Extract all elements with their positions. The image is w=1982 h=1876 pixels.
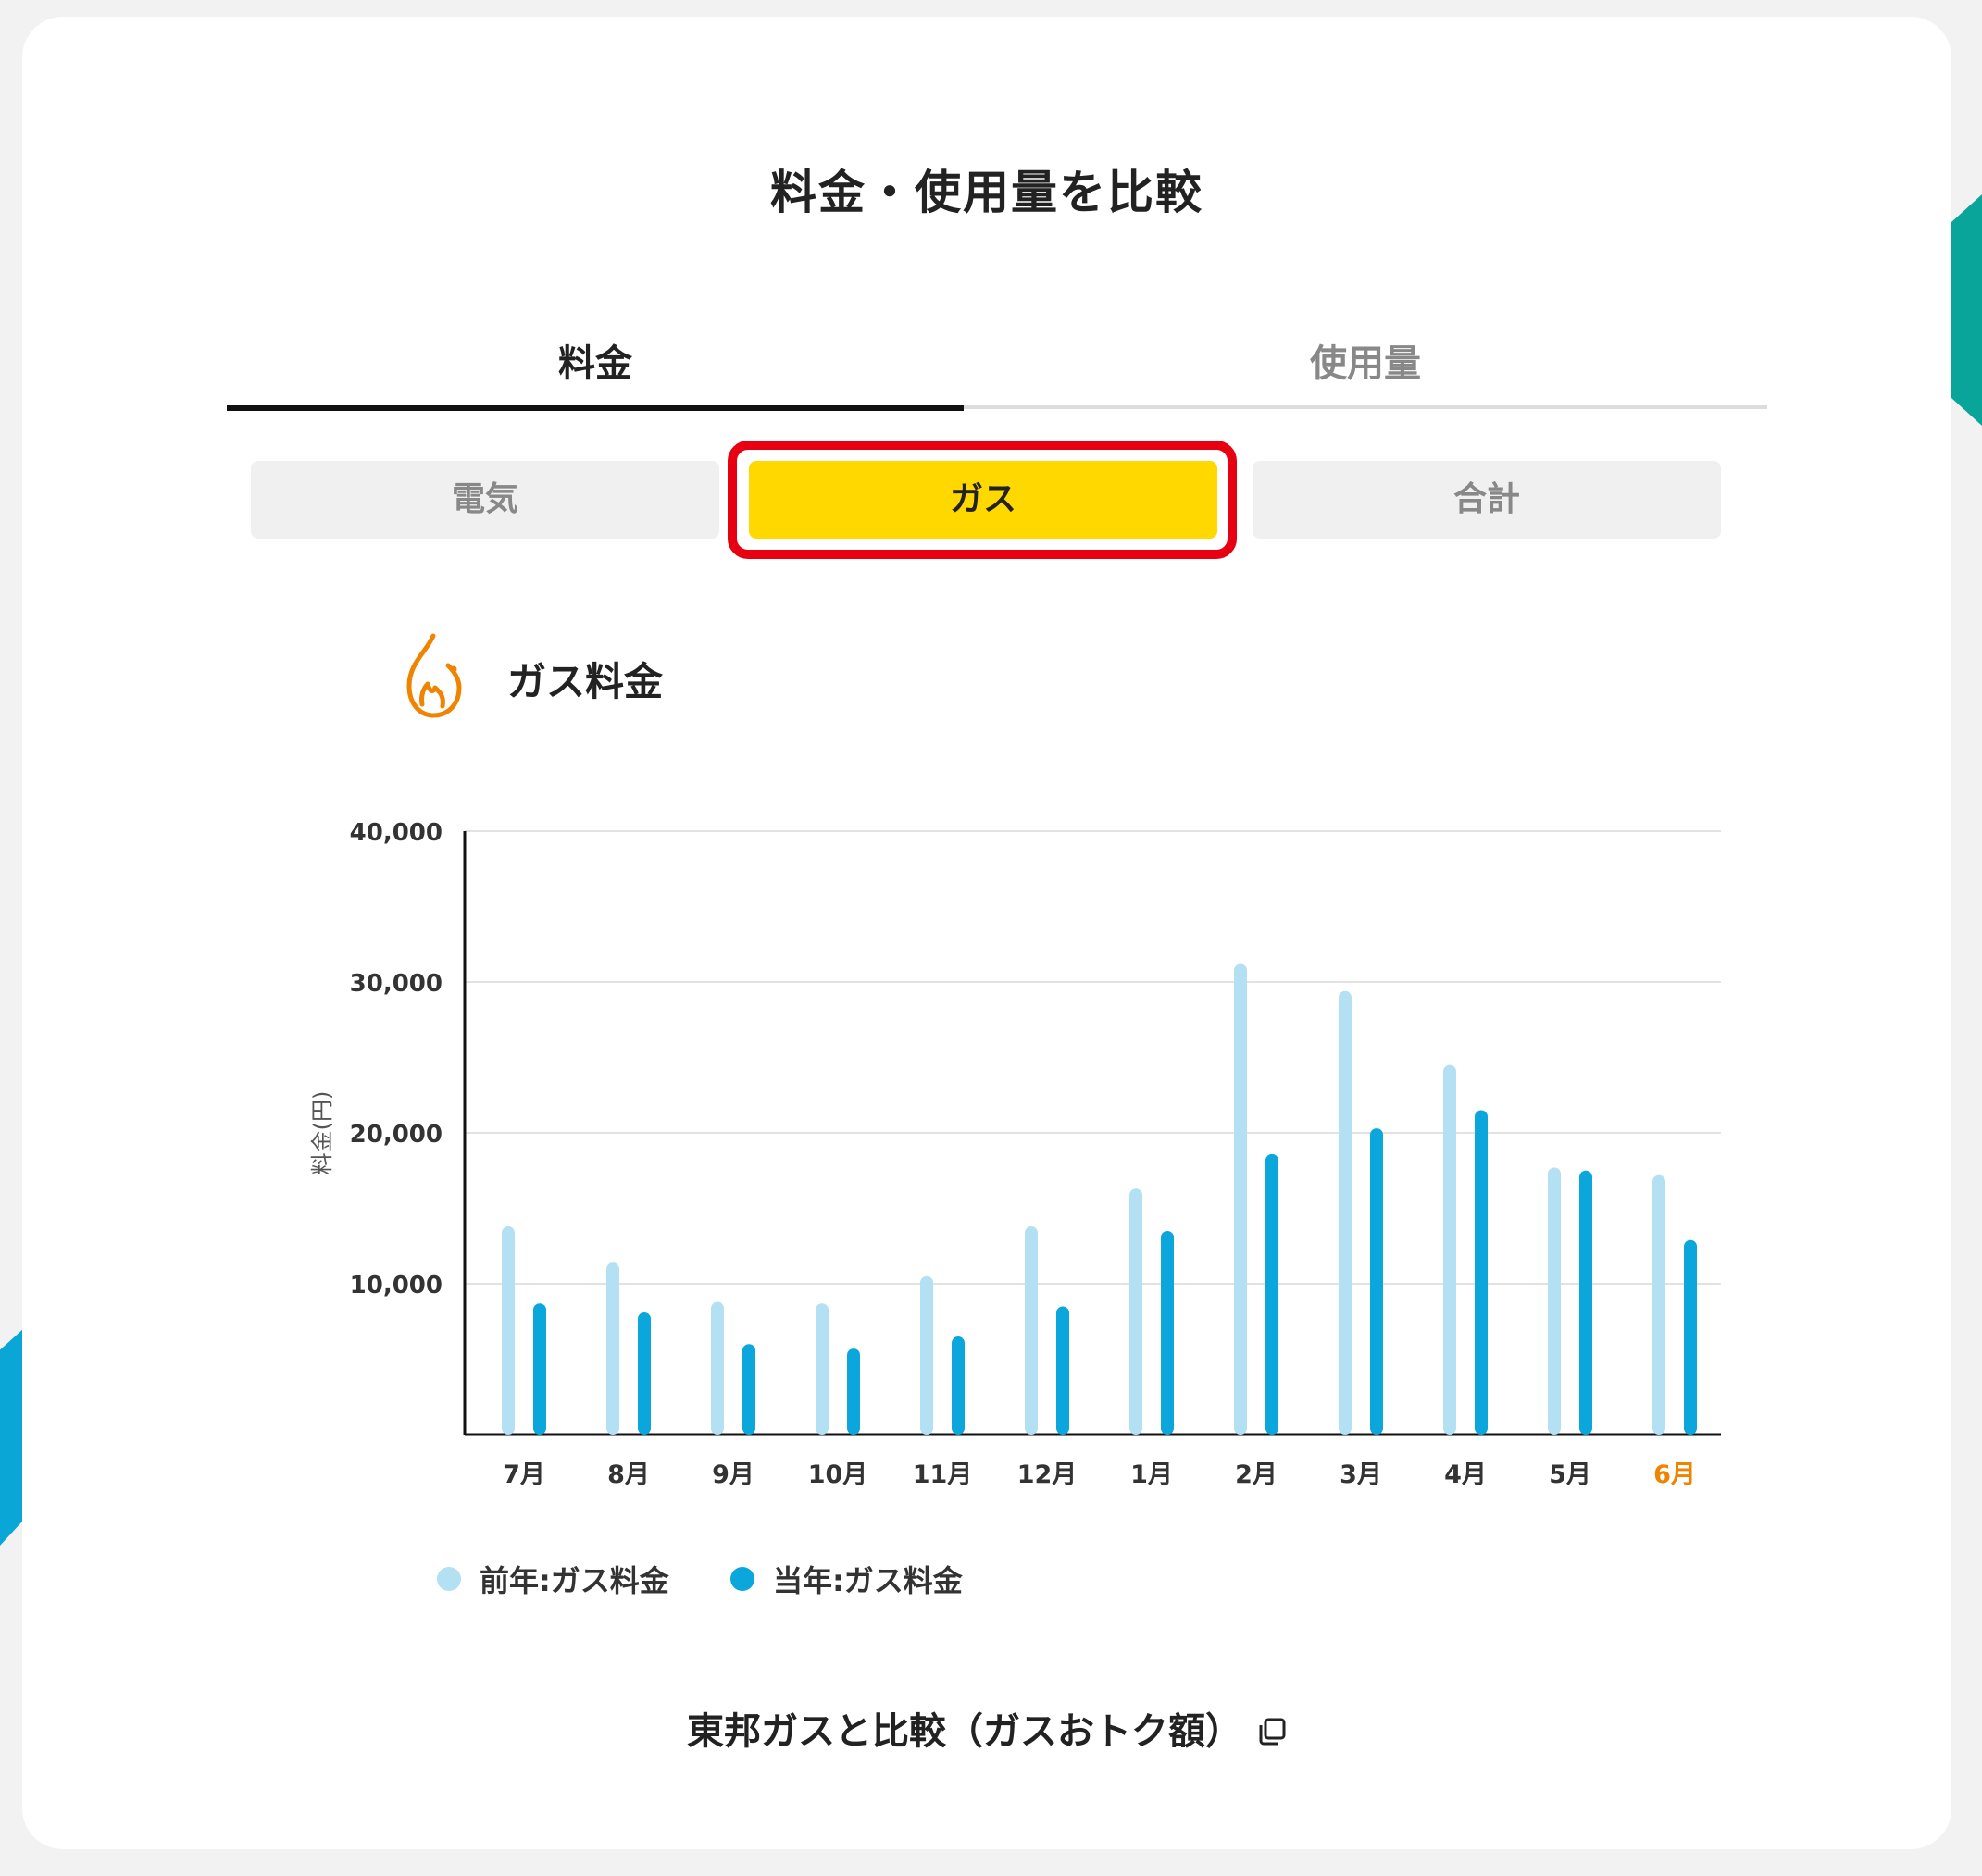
compare-link-label[interactable]: 東邦ガスと比較（ガスおトク額） — [687, 1701, 1242, 1755]
bar-prev-year — [816, 1303, 829, 1435]
tab-usage[interactable]: 使用量 — [964, 327, 1767, 409]
x-tick-label: 1月 — [1130, 1460, 1173, 1489]
legend-curr-year: 当年:ガス料金 — [730, 1558, 963, 1600]
bar-curr-year — [638, 1311, 651, 1435]
bar-prev-year — [1025, 1226, 1038, 1435]
compare-card: 料金・使用量を比較 料金 使用量 電気 ガス 合計 ガス料金 40,000 30,… — [22, 17, 1951, 1849]
x-tick-label: 9月 — [712, 1460, 754, 1489]
x-tick-label: 8月 — [607, 1460, 650, 1489]
compare-toho-link[interactable]: 東邦ガスと比較（ガスおトク額） — [22, 1701, 1951, 1755]
legend-prev-dot — [437, 1567, 461, 1591]
bar-curr-year — [952, 1336, 965, 1435]
bar-curr-year — [1475, 1110, 1488, 1435]
y-tick-label: 10,000 — [350, 1272, 443, 1299]
x-tick-label: 10月 — [808, 1460, 868, 1489]
x-tick-label: 2月 — [1235, 1460, 1278, 1489]
bar-prev-year — [1548, 1167, 1561, 1435]
section-header: ガス料金 — [396, 618, 663, 739]
chart-svg: 40,000 30,000 20,000 10,000 料金(円) 7月 8月 9月 10月 11… — [309, 819, 1721, 1489]
x-tick-label: 11月 — [913, 1460, 973, 1489]
x-tick-label: 12月 — [1017, 1460, 1078, 1489]
decor-stripe-left — [0, 1328, 24, 1546]
section-title: ガス料金 — [507, 658, 664, 704]
bar-prev-year — [711, 1301, 724, 1435]
bar-curr-year — [1056, 1306, 1069, 1435]
y-tick-label: 30,000 — [350, 970, 443, 998]
x-tick-label: 5月 — [1549, 1460, 1591, 1489]
y-axis-label: 料金(円) — [309, 1091, 335, 1175]
bar-curr-year — [1265, 1153, 1278, 1435]
bar-prev-year — [502, 1226, 515, 1435]
x-tick-label: 3月 — [1340, 1460, 1382, 1489]
flame-icon — [396, 630, 470, 727]
bar-prev-year — [1339, 990, 1352, 1435]
legend-curr-dot — [730, 1567, 754, 1591]
segment-total[interactable]: 合計 — [1253, 461, 1721, 539]
x-tick-label: 7月 — [503, 1460, 545, 1489]
segment-electricity[interactable]: 電気 — [251, 461, 719, 539]
selection-highlight — [728, 441, 1237, 559]
legend-prev-year: 前年:ガス料金 — [437, 1558, 669, 1600]
bar-curr-year — [847, 1348, 860, 1435]
page-title: 料金・使用量を比較 — [770, 166, 1203, 219]
gas-fee-chart: 40,000 30,000 20,000 10,000 料金(円) 7月 8月 9月 10月 11… — [263, 794, 1781, 1529]
y-tick-label: 40,000 — [350, 819, 443, 847]
bar-curr-year — [1684, 1239, 1697, 1435]
bar-curr-year — [742, 1344, 755, 1435]
bar-prev-year — [1443, 1064, 1456, 1435]
bar-prev-year — [1652, 1174, 1665, 1435]
y-tick-label: 20,000 — [350, 1121, 443, 1149]
bar-curr-year — [533, 1303, 546, 1435]
decor-stripe-right — [1951, 194, 1982, 426]
bar-curr-year — [1161, 1230, 1174, 1435]
x-tick-label: 4月 — [1444, 1460, 1487, 1489]
bar-prev-year — [920, 1275, 933, 1435]
tab-fee[interactable]: 料金 — [227, 327, 964, 411]
bar-curr-year — [1579, 1170, 1592, 1435]
bar-prev-year — [1129, 1188, 1142, 1435]
bar-prev-year — [606, 1262, 619, 1435]
external-link-icon[interactable] — [1257, 1713, 1287, 1746]
legend-prev-label: 前年:ガス料金 — [480, 1563, 669, 1598]
x-tick-label: 6月 — [1653, 1460, 1696, 1489]
bar-curr-year — [1370, 1128, 1383, 1435]
legend-curr-label: 当年:ガス料金 — [773, 1563, 963, 1598]
bar-prev-year — [1234, 963, 1247, 1435]
